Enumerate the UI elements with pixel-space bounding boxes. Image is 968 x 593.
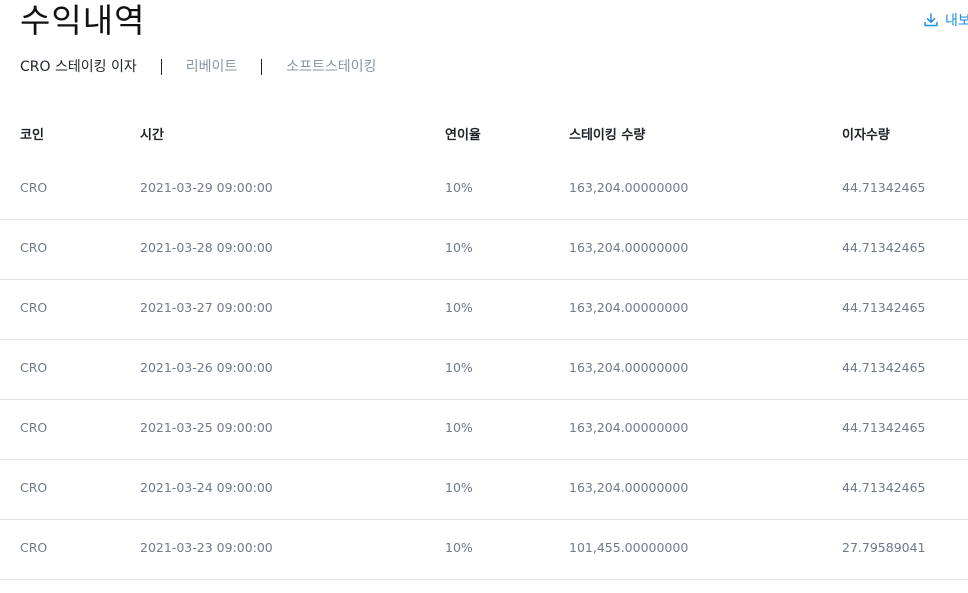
staking-amount-cell: 163,204.00000000 — [569, 420, 689, 435]
tab-cro-staking-interest[interactable]: CRO 스테이킹 이자 — [20, 57, 137, 77]
interest-amount-cell: 44.71342465 — [842, 180, 926, 195]
coin-cell: CRO — [20, 480, 48, 495]
time-cell: 2021-03-23 09:00:00 — [140, 540, 273, 555]
interest-amount-cell: 44.71342465 — [842, 360, 926, 375]
interest-amount-cell: 44.71342465 — [842, 480, 926, 495]
table-header: 코인 시간 연이율 스테이킹 수량 이자수량 — [0, 100, 968, 160]
page-title: 수익내역 — [20, 1, 146, 40]
earnings-table: 코인 시간 연이율 스테이킹 수량 이자수량 CRO 2021-03-29 09… — [0, 100, 968, 580]
rate-cell: 10% — [445, 180, 473, 195]
rate-cell: 10% — [445, 480, 473, 495]
time-cell: 2021-03-25 09:00:00 — [140, 420, 273, 435]
coin-cell: CRO — [20, 360, 48, 375]
table-row: CRO 2021-03-24 09:00:00 10% 163,204.0000… — [0, 460, 968, 520]
time-cell: 2021-03-24 09:00:00 — [140, 480, 273, 495]
table-row: CRO 2021-03-29 09:00:00 10% 163,204.0000… — [0, 160, 968, 220]
earnings-tabs: CRO 스테이킹 이자 리베이트 소프트스테이킹 — [20, 56, 376, 78]
staking-amount-cell: 163,204.00000000 — [569, 300, 689, 315]
time-cell: 2021-03-26 09:00:00 — [140, 360, 273, 375]
coin-cell: CRO — [20, 420, 48, 435]
table-row: CRO 2021-03-26 09:00:00 10% 163,204.0000… — [0, 340, 968, 400]
coin-cell: CRO — [20, 240, 48, 255]
interest-amount-cell: 27.79589041 — [842, 540, 926, 555]
column-header-interest-amount: 이자수량 — [842, 128, 890, 143]
tab-soft-staking[interactable]: 소프트스테이킹 — [286, 57, 376, 77]
coin-cell: CRO — [20, 300, 48, 315]
staking-amount-cell: 163,204.00000000 — [569, 360, 689, 375]
earnings-history-page: 수익내역 내보 CRO 스테이킹 이자 리베이트 소프트스테이킹 코인 시간 연… — [0, 0, 968, 593]
download-icon — [923, 12, 939, 28]
coin-cell: CRO — [20, 540, 48, 555]
table-row: CRO 2021-03-27 09:00:00 10% 163,204.0000… — [0, 280, 968, 340]
tab-divider — [160, 59, 162, 75]
staking-amount-cell: 163,204.00000000 — [569, 240, 689, 255]
column-header-coin: 코인 — [20, 128, 44, 143]
table-row: CRO 2021-03-28 09:00:00 10% 163,204.0000… — [0, 220, 968, 280]
rate-cell: 10% — [445, 360, 473, 375]
staking-amount-cell: 163,204.00000000 — [569, 180, 689, 195]
table-row: CRO 2021-03-25 09:00:00 10% 163,204.0000… — [0, 400, 968, 460]
rate-cell: 10% — [445, 540, 473, 555]
column-header-staking-amount: 스테이킹 수량 — [569, 128, 646, 143]
time-cell: 2021-03-29 09:00:00 — [140, 180, 273, 195]
staking-amount-cell: 101,455.00000000 — [569, 540, 689, 555]
tab-rebate[interactable]: 리베이트 — [186, 57, 238, 77]
interest-amount-cell: 44.71342465 — [842, 240, 926, 255]
column-header-annual-rate: 연이율 — [445, 128, 481, 143]
interest-amount-cell: 44.71342465 — [842, 300, 926, 315]
rate-cell: 10% — [445, 420, 473, 435]
coin-cell: CRO — [20, 180, 48, 195]
rate-cell: 10% — [445, 300, 473, 315]
time-cell: 2021-03-28 09:00:00 — [140, 240, 273, 255]
export-button[interactable]: 내보 — [923, 10, 968, 30]
tab-divider — [261, 59, 263, 75]
column-header-time: 시간 — [140, 128, 164, 143]
time-cell: 2021-03-27 09:00:00 — [140, 300, 273, 315]
staking-amount-cell: 163,204.00000000 — [569, 480, 689, 495]
export-label: 내보 — [945, 13, 968, 29]
rate-cell: 10% — [445, 240, 473, 255]
table-row: CRO 2021-03-23 09:00:00 10% 101,455.0000… — [0, 520, 968, 580]
interest-amount-cell: 44.71342465 — [842, 420, 926, 435]
